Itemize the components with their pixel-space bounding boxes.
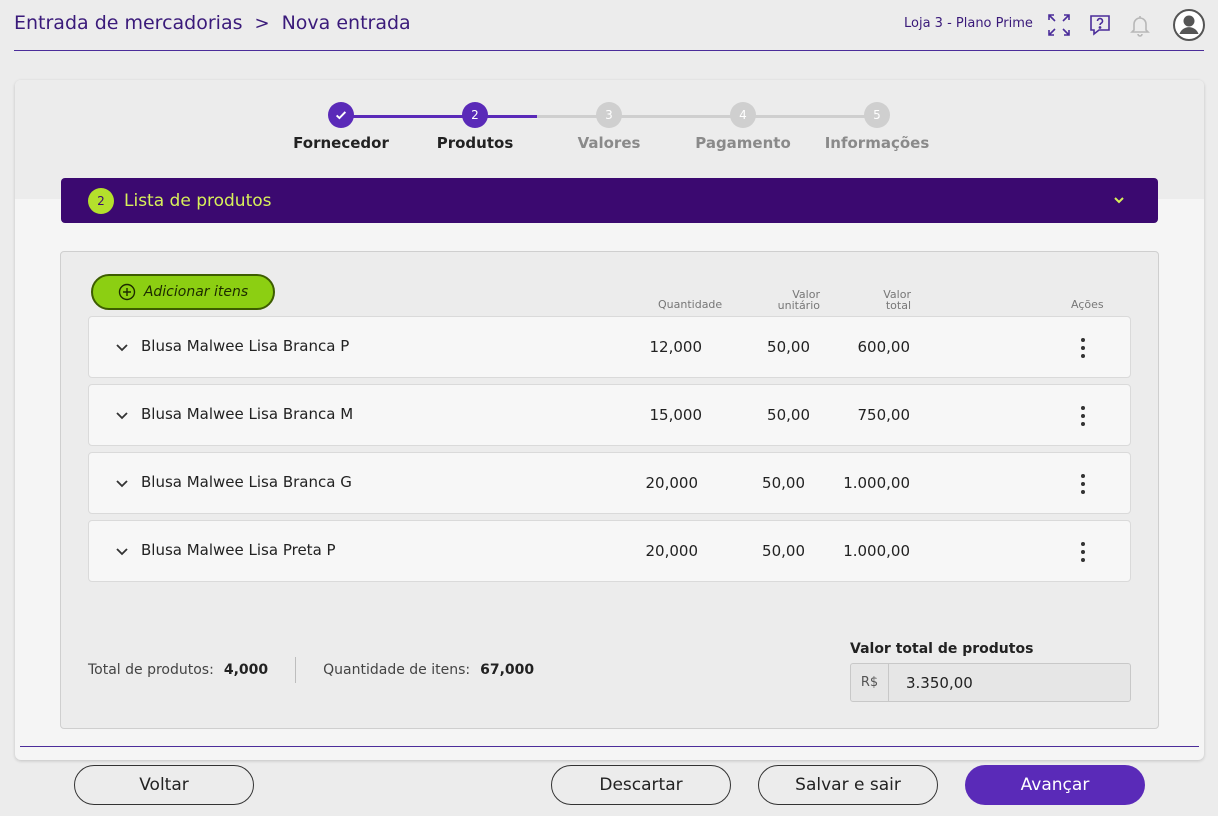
section-title: Lista de produtos xyxy=(124,190,272,211)
product-name: Blusa Malwee Lisa Branca G xyxy=(141,473,352,491)
product-row[interactable]: Blusa Malwee Lisa Preta P 20,000 50,00 1… xyxy=(88,520,1131,582)
main-card: Fornecedor 2 Produtos 3 Valores 4 Pagame… xyxy=(15,80,1204,760)
step-valores[interactable]: 3 Valores xyxy=(539,102,679,152)
product-row[interactable]: Blusa Malwee Lisa Branca P 12,000 50,00 … xyxy=(88,316,1131,378)
col-header-actions: Ações xyxy=(1071,298,1104,311)
step-label: Produtos xyxy=(436,134,514,152)
col-header-unit-value: Valor unitário xyxy=(777,288,820,312)
step-label: Valores xyxy=(577,134,641,152)
breadcrumb-parent[interactable]: Entrada de mercadorias xyxy=(14,12,242,34)
next-button[interactable]: Avançar xyxy=(965,765,1145,805)
footer-divider xyxy=(20,746,1199,747)
chevron-down-icon[interactable] xyxy=(1110,191,1128,209)
chevron-down-icon[interactable] xyxy=(113,542,131,560)
product-name: Blusa Malwee Lisa Branca P xyxy=(141,337,350,355)
product-row[interactable]: Blusa Malwee Lisa Branca M 15,000 50,00 … xyxy=(88,384,1131,446)
plus-circle-icon xyxy=(118,283,136,301)
step-label: Fornecedor xyxy=(293,134,389,152)
section-header-lista-produtos[interactable]: 2 Lista de produtos xyxy=(61,178,1158,223)
product-row[interactable]: Blusa Malwee Lisa Branca G 20,000 50,00 … xyxy=(88,452,1131,514)
product-unit-value: 50,00 xyxy=(762,542,805,560)
products-summary: Total de produtos: 4,000 Quantidade de i… xyxy=(88,657,534,683)
total-value-field: R$ 3.350,00 xyxy=(850,663,1131,702)
total-value-amount: 3.350,00 xyxy=(906,673,973,692)
user-avatar-icon[interactable] xyxy=(1173,9,1205,41)
product-quantity: 15,000 xyxy=(649,406,703,424)
products-panel: Adicionar itens Quantidade Valor unitári… xyxy=(60,251,1159,729)
col-header-total-value: Valor total xyxy=(883,288,911,312)
chevron-down-icon[interactable] xyxy=(113,474,131,492)
add-items-button[interactable]: Adicionar itens xyxy=(91,274,275,310)
breadcrumb-separator: > xyxy=(254,12,270,34)
product-total-value: 750,00 xyxy=(857,406,911,424)
step-number: 3 xyxy=(596,102,622,128)
save-exit-button[interactable]: Salvar e sair xyxy=(758,765,938,805)
more-vertical-icon[interactable] xyxy=(1079,473,1087,495)
more-vertical-icon[interactable] xyxy=(1079,405,1087,427)
step-pagamento[interactable]: 4 Pagamento xyxy=(673,102,813,152)
product-quantity: 20,000 xyxy=(645,474,699,492)
chevron-down-icon[interactable] xyxy=(113,406,131,424)
step-label: Informações xyxy=(824,134,930,152)
currency-prefix: R$ xyxy=(851,664,889,701)
bell-icon[interactable] xyxy=(1127,12,1153,38)
col-header-quantity: Quantidade xyxy=(658,298,723,311)
product-unit-value: 50,00 xyxy=(767,338,810,356)
header-divider xyxy=(14,50,1204,51)
product-quantity: 20,000 xyxy=(645,542,699,560)
product-total-value: 1.000,00 xyxy=(843,474,910,492)
check-icon xyxy=(328,102,354,128)
discard-button[interactable]: Descartar xyxy=(551,765,731,805)
items-quantity-label: Quantidade de itens: xyxy=(323,662,471,678)
more-vertical-icon[interactable] xyxy=(1079,541,1087,563)
product-name: Blusa Malwee Lisa Preta P xyxy=(141,541,336,559)
product-name: Blusa Malwee Lisa Branca M xyxy=(141,405,354,423)
breadcrumb-current: Nova entrada xyxy=(281,12,411,34)
step-number: 2 xyxy=(462,102,488,128)
product-unit-value: 50,00 xyxy=(762,474,805,492)
total-products-label: Total de produtos: xyxy=(88,662,214,678)
top-bar: Entrada de mercadorias > Nova entrada Lo… xyxy=(0,0,1218,52)
total-value-label: Valor total de produtos xyxy=(850,641,1034,657)
product-total-value: 600,00 xyxy=(857,338,911,356)
step-number: 5 xyxy=(864,102,890,128)
store-selector[interactable]: Loja 3 - Plano Prime xyxy=(904,16,1033,31)
items-quantity-value: 67,000 xyxy=(480,662,535,678)
stepper: Fornecedor 2 Produtos 3 Valores 4 Pagame… xyxy=(15,80,1204,170)
chevron-down-icon[interactable] xyxy=(113,338,131,356)
fullscreen-icon[interactable] xyxy=(1046,12,1072,38)
product-total-value: 1.000,00 xyxy=(843,542,910,560)
help-icon[interactable] xyxy=(1087,12,1113,38)
product-quantity: 12,000 xyxy=(649,338,703,356)
add-items-label: Adicionar itens xyxy=(143,284,249,300)
step-label: Pagamento xyxy=(695,134,791,152)
total-products-value: 4,000 xyxy=(223,662,269,678)
breadcrumb: Entrada de mercadorias > Nova entrada xyxy=(14,12,411,34)
section-number: 2 xyxy=(88,187,114,214)
step-number: 4 xyxy=(730,102,756,128)
step-produtos[interactable]: 2 Produtos xyxy=(405,102,545,152)
product-unit-value: 50,00 xyxy=(767,406,810,424)
more-vertical-icon[interactable] xyxy=(1079,337,1087,359)
back-button[interactable]: Voltar xyxy=(74,765,254,805)
step-fornecedor[interactable]: Fornecedor xyxy=(271,102,411,152)
step-informacoes[interactable]: 5 Informações xyxy=(807,102,947,152)
summary-divider xyxy=(295,657,297,683)
